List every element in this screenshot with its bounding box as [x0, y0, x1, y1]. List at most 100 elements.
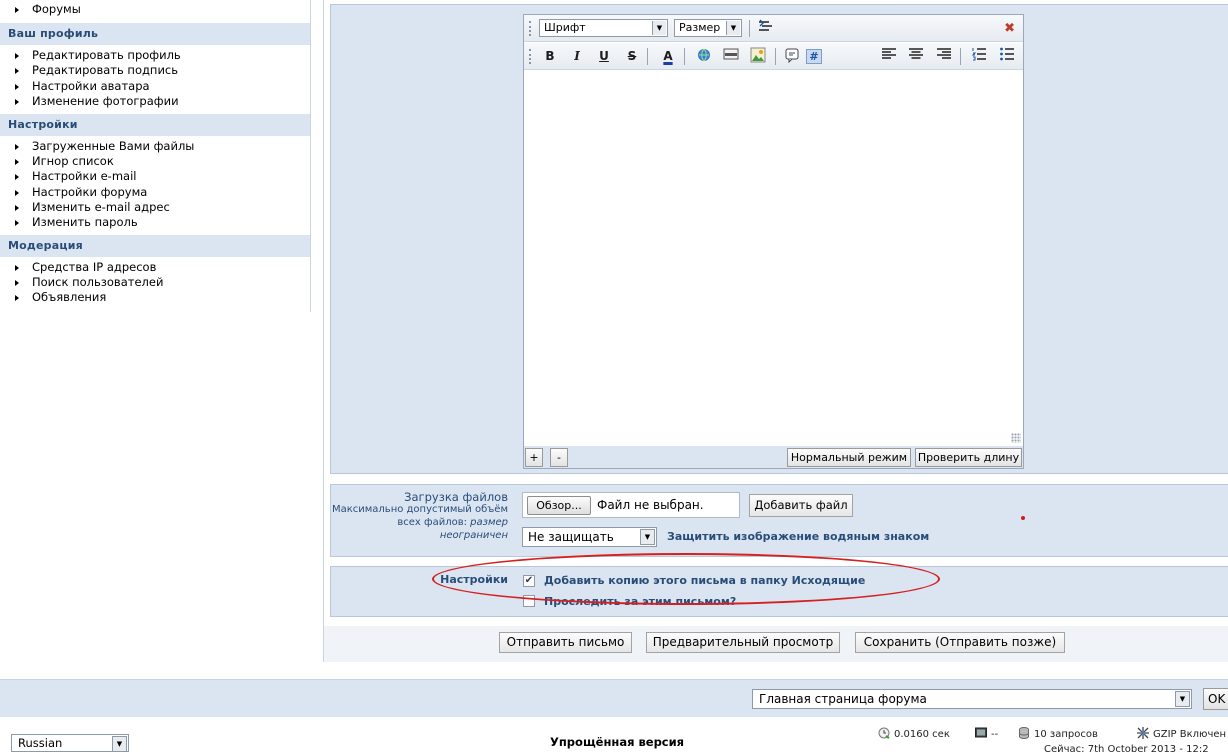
timer-icon: [878, 727, 890, 739]
check-length-button[interactable]: Проверить длину: [915, 448, 1022, 467]
message-body-textarea[interactable]: [524, 71, 1023, 446]
file-status-text: Файл не выбран.: [597, 498, 704, 512]
italic-icon[interactable]: I: [567, 47, 587, 66]
resize-handle-icon[interactable]: [1011, 433, 1021, 443]
file-input[interactable]: Обзор... Файл не выбран.: [522, 492, 740, 518]
ordered-list-icon[interactable]: [969, 47, 989, 66]
unordered-list-icon[interactable]: [997, 47, 1017, 66]
lofi-version-link[interactable]: Упрощённая версия: [550, 735, 684, 749]
sidebar-item-avatar-settings[interactable]: Настройки аватара: [0, 79, 310, 94]
close-editor-icon[interactable]: ✖: [1004, 19, 1015, 38]
font-family-select[interactable]: Шрифт ▼: [539, 19, 668, 37]
sidebar-item-announcements[interactable]: Объявления: [0, 290, 310, 305]
options-title: Настройки: [440, 573, 508, 586]
annotation-dot: [1021, 516, 1025, 520]
server-load-stat: --: [975, 727, 998, 740]
toolbar-separator: [647, 48, 648, 65]
track-message-label[interactable]: Проследить за этим письмом?: [544, 595, 736, 608]
bullet-icon: [15, 219, 19, 226]
sidebar-item-change-photo[interactable]: Изменение фотографии: [0, 94, 310, 109]
sidebar-section-profile: Ваш профиль: [0, 23, 310, 46]
sidebar-item-change-password[interactable]: Изменить пароль: [0, 215, 310, 230]
insert-code-icon[interactable]: #: [806, 49, 822, 64]
sidebar-item-email-settings[interactable]: Настройки e-mail: [0, 169, 310, 184]
copy-outbox-checkbox[interactable]: ✔: [523, 575, 535, 587]
sidebar-item-forum-settings[interactable]: Настройки форума: [0, 185, 310, 200]
sidebar-item-change-email[interactable]: Изменить e-mail адрес: [0, 200, 310, 215]
add-file-button[interactable]: Добавить файл: [749, 494, 853, 517]
bullet-icon: [15, 174, 19, 181]
insert-quote-icon[interactable]: [782, 47, 802, 66]
queries-stat: 10 запросов: [1018, 727, 1098, 740]
bullet-icon: [15, 143, 19, 150]
insert-image-icon[interactable]: [748, 47, 768, 66]
database-icon: [1019, 727, 1029, 739]
editor-toolbar-top: Шрифт ▼ Размер ▼ ✖: [524, 15, 1023, 42]
language-select[interactable]: Russian ▼: [11, 734, 129, 752]
sidebar-section-moderation: Модерация: [0, 235, 310, 258]
sidebar-item-ip-tools[interactable]: Средства IP адресов: [0, 260, 310, 275]
align-center-icon[interactable]: [906, 47, 926, 66]
shrink-editor-button[interactable]: -: [550, 448, 568, 467]
watermark-label: Защитить изображение водяным знаком: [667, 530, 930, 543]
send-message-button[interactable]: Отправить письмо: [499, 632, 632, 653]
sidebar-item-user-search[interactable]: Поиск пользователей: [0, 275, 310, 290]
bullet-icon: [15, 204, 19, 211]
insert-email-icon[interactable]: [721, 47, 741, 66]
gzip-stat: GZIP Включен: [1137, 727, 1226, 740]
remove-format-icon[interactable]: [756, 19, 776, 38]
toolbar-separator: [775, 48, 776, 65]
editor-panel: Шрифт ▼ Размер ▼ ✖ B I U S A # + - Норма…: [330, 4, 1228, 474]
underline-icon[interactable]: U: [594, 47, 614, 66]
sidebar-section-settings: Настройки: [0, 113, 310, 136]
insert-link-icon[interactable]: [694, 47, 714, 66]
sidebar-list-moderation: Средства IP адресов Поиск пользователей …: [0, 257, 310, 311]
editor-toolbar-format: B I U S A #: [524, 43, 1023, 70]
rich-text-editor: Шрифт ▼ Размер ▼ ✖ B I U S A # + - Норма…: [523, 14, 1024, 469]
strikethrough-icon[interactable]: S: [622, 47, 642, 66]
sidebar-item-ignore-list[interactable]: Игнор список: [0, 154, 310, 169]
sidebar-item-uploaded-files[interactable]: Загруженные Вами файлы: [0, 139, 310, 154]
upload-limit-text: Максимально допустимый объём всех файлов…: [331, 504, 508, 541]
sidebar-item-edit-profile[interactable]: Редактировать профиль: [0, 48, 310, 63]
sidebar-top-list: Форумы: [0, 0, 310, 23]
forum-jump-select[interactable]: Главная страница форума ▼: [752, 689, 1192, 709]
save-later-button[interactable]: Сохранить (Отправить позже): [855, 632, 1065, 653]
sidebar-list-profile: Редактировать профиль Редактировать подп…: [0, 45, 310, 114]
forum-jump-bar: Главная страница форума ▼ OK: [0, 679, 1228, 717]
bullet-icon: [15, 295, 19, 302]
bold-icon[interactable]: B: [540, 47, 560, 66]
watermark-select[interactable]: Не защищать ▼: [522, 527, 657, 547]
align-left-icon[interactable]: [879, 47, 899, 66]
chevron-down-icon: ▼: [726, 21, 740, 35]
copy-outbox-label[interactable]: Добавить копию этого письма в папку Исхо…: [544, 574, 865, 587]
align-right-icon[interactable]: [934, 47, 954, 66]
browse-button[interactable]: Обзор...: [527, 496, 591, 515]
bullet-icon: [15, 159, 19, 166]
track-message-checkbox[interactable]: [523, 595, 535, 607]
bullet-icon: [15, 83, 19, 90]
preview-button[interactable]: Предварительный просмотр: [646, 632, 840, 653]
toolbar-grip-icon: [529, 49, 531, 64]
bullet-icon: [15, 189, 19, 196]
toolbar-grip-icon: [529, 21, 531, 36]
sidebar-list-settings: Загруженные Вами файлы Игнор список Наст…: [0, 136, 310, 235]
toolbar-separator: [960, 48, 961, 65]
page-footer: Russian ▼ Упрощённая версия 0.0160 сек -…: [0, 718, 1228, 756]
submit-buttons-row: Отправить письмо Предварительный просмот…: [324, 626, 1228, 662]
forum-jump-ok-button[interactable]: OK: [1203, 688, 1228, 710]
sidebar-item-forums[interactable]: Форумы: [0, 2, 310, 17]
bullet-icon: [15, 7, 19, 13]
gzip-icon: [1137, 727, 1149, 739]
text-color-icon[interactable]: A: [658, 47, 678, 66]
font-size-select[interactable]: Размер ▼: [674, 19, 742, 37]
toolbar-separator: [684, 48, 685, 65]
current-time-text: Сейчас: 7th October 2013 - 12:2: [1044, 744, 1209, 755]
sidebar-item-edit-signature[interactable]: Редактировать подпись: [0, 63, 310, 78]
compose-message-area: Шрифт ▼ Размер ▼ ✖ B I U S A # + - Норма…: [323, 0, 1228, 662]
editor-footer: + - Нормальный режим Проверить длину: [524, 446, 1023, 468]
normal-mode-button[interactable]: Нормальный режим: [787, 448, 911, 467]
message-options-panel: Настройки ✔ Добавить копию этого письма …: [330, 553, 1228, 617]
enlarge-editor-button[interactable]: +: [525, 448, 543, 467]
chevron-down-icon: ▼: [652, 21, 666, 35]
